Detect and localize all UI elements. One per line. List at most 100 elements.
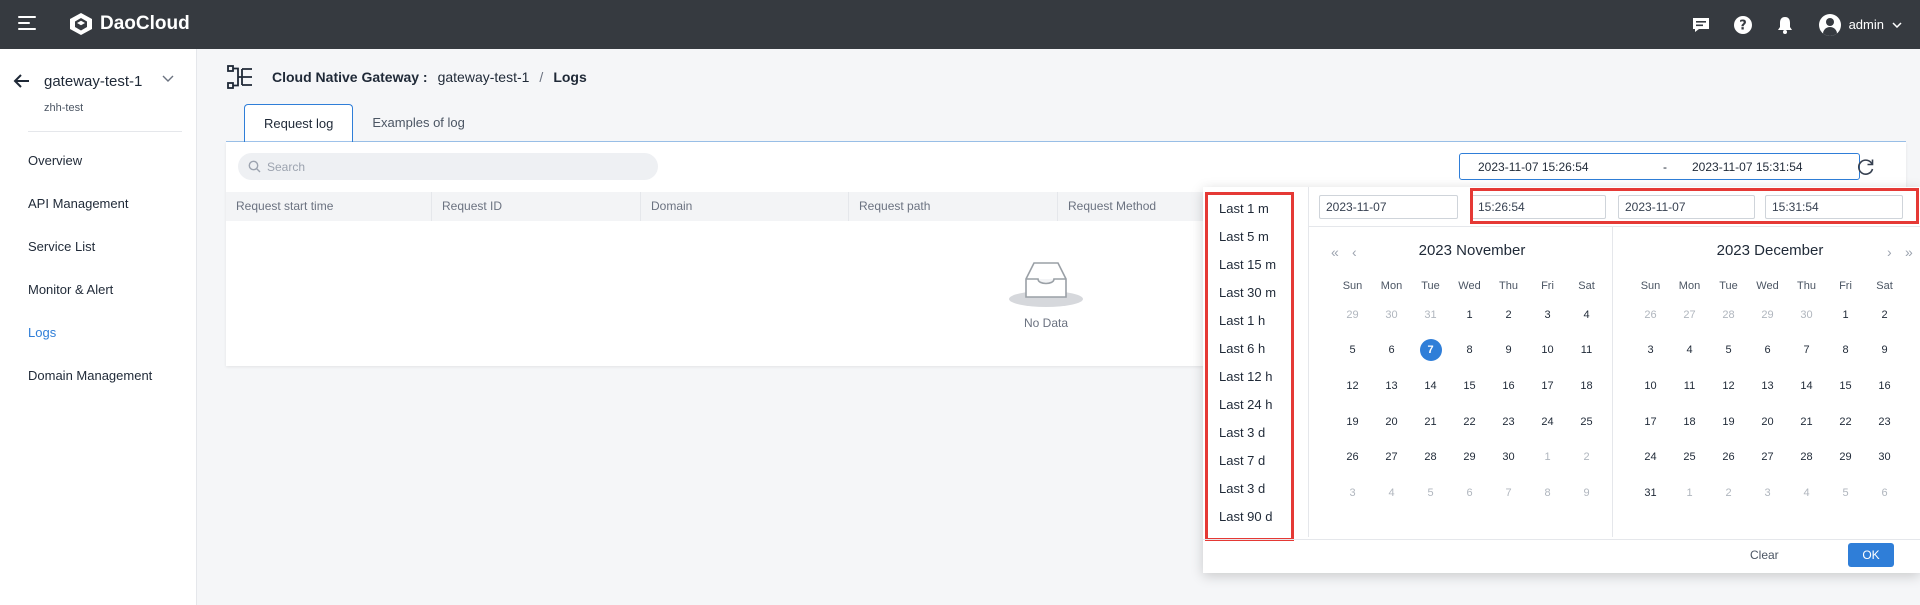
end-date-field[interactable]: 2023-11-07 <box>1618 195 1755 219</box>
calendar-day[interactable]: 9 <box>1865 333 1904 369</box>
next-month-icon[interactable]: › <box>1887 244 1892 260</box>
search-box[interactable] <box>238 153 658 180</box>
calendar-day[interactable]: 20 <box>1372 404 1411 440</box>
calendar-day[interactable]: 9 <box>1567 475 1606 511</box>
calendar-day[interactable]: 7 <box>1489 475 1528 511</box>
quick-range-item[interactable]: Last 90 d <box>1208 503 1291 531</box>
brand-logo[interactable]: DaoCloud <box>68 12 190 36</box>
quick-range-item[interactable]: Last 7 d <box>1208 447 1291 475</box>
calendar-day[interactable]: 23 <box>1489 404 1528 440</box>
calendar-day[interactable]: 22 <box>1826 404 1865 440</box>
calendar-day[interactable]: 29 <box>1826 439 1865 475</box>
calendar-day[interactable]: 31 <box>1411 297 1450 333</box>
calendar-day[interactable]: 20 <box>1748 404 1787 440</box>
calendar-day[interactable]: 6 <box>1372 333 1411 369</box>
calendar-day[interactable]: 18 <box>1567 368 1606 404</box>
calendar-day[interactable]: 4 <box>1787 475 1826 511</box>
calendar-day[interactable]: 30 <box>1865 439 1904 475</box>
calendar-day[interactable]: 26 <box>1709 439 1748 475</box>
quick-range-item[interactable]: Last 6 h <box>1208 335 1291 363</box>
calendar-day[interactable]: 28 <box>1787 439 1826 475</box>
calendar-day[interactable]: 16 <box>1489 368 1528 404</box>
calendar-day[interactable]: 5 <box>1826 475 1865 511</box>
calendar-day[interactable]: 21 <box>1411 404 1450 440</box>
calendar-day[interactable]: 13 <box>1748 368 1787 404</box>
calendar-day[interactable]: 19 <box>1333 404 1372 440</box>
calendar-day[interactable]: 8 <box>1528 475 1567 511</box>
calendar-day[interactable]: 23 <box>1865 404 1904 440</box>
calendar-day[interactable]: 6 <box>1748 333 1787 369</box>
calendar-day[interactable]: 3 <box>1631 333 1670 369</box>
calendar-day[interactable]: 29 <box>1450 439 1489 475</box>
user-menu[interactable]: admin <box>1818 13 1902 36</box>
calendar-day[interactable]: 2 <box>1709 475 1748 511</box>
end-time-field[interactable]: 15:31:54 <box>1765 195 1903 219</box>
calendar-day[interactable]: 12 <box>1709 368 1748 404</box>
time-range-input[interactable]: 2023-11-07 15:26:54 - 2023-11-07 15:31:5… <box>1459 153 1860 180</box>
calendar-day[interactable]: 26 <box>1333 439 1372 475</box>
prev-month-icon[interactable]: ‹ <box>1352 244 1357 260</box>
help-icon[interactable]: ? <box>1731 13 1755 37</box>
calendar-day[interactable]: 1 <box>1528 439 1567 475</box>
calendar-day[interactable]: 24 <box>1528 404 1567 440</box>
prev-year-icon[interactable]: « <box>1331 244 1339 260</box>
ok-button[interactable]: OK <box>1848 543 1894 567</box>
calendar-day[interactable]: 17 <box>1631 404 1670 440</box>
calendar-day[interactable]: 28 <box>1411 439 1450 475</box>
calendar-day[interactable]: 29 <box>1333 297 1372 333</box>
breadcrumb-section[interactable]: Cloud Native Gateway : <box>272 69 428 85</box>
calendar-day[interactable]: 25 <box>1670 439 1709 475</box>
calendar-day[interactable]: 1 <box>1670 475 1709 511</box>
calendar-day[interactable]: 31 <box>1631 475 1670 511</box>
next-year-icon[interactable]: » <box>1905 244 1913 260</box>
sidebar-item-domain-management[interactable]: Domain Management <box>0 354 196 397</box>
sidebar-item-service-list[interactable]: Service List <box>0 225 196 268</box>
calendar-day[interactable]: 4 <box>1372 475 1411 511</box>
calendar-day[interactable]: 2 <box>1489 297 1528 333</box>
start-date-field[interactable]: 2023-11-07 <box>1319 195 1458 219</box>
calendar-day[interactable]: 10 <box>1528 333 1567 369</box>
calendar-day[interactable]: 30 <box>1372 297 1411 333</box>
calendar-day[interactable]: 30 <box>1489 439 1528 475</box>
quick-range-item[interactable]: Last 15 m <box>1208 251 1291 279</box>
menu-icon[interactable] <box>18 16 36 32</box>
calendar-day[interactable]: 11 <box>1670 368 1709 404</box>
column-header[interactable]: Request ID <box>432 192 641 221</box>
breadcrumb-instance[interactable]: gateway-test-1 <box>438 69 530 85</box>
calendar-day[interactable]: 27 <box>1670 297 1709 333</box>
calendar-day[interactable]: 15 <box>1826 368 1865 404</box>
tab-examples-of-log[interactable]: Examples of log <box>353 104 484 142</box>
calendar-day[interactable]: 12 <box>1333 368 1372 404</box>
calendar-day[interactable]: 9 <box>1489 333 1528 369</box>
calendar-day[interactable]: 14 <box>1411 368 1450 404</box>
calendar-day[interactable]: 8 <box>1450 333 1489 369</box>
calendar-day[interactable]: 4 <box>1567 297 1606 333</box>
calendar-day[interactable]: 21 <box>1787 404 1826 440</box>
calendar-day[interactable]: 6 <box>1450 475 1489 511</box>
calendar-day[interactable]: 17 <box>1528 368 1567 404</box>
message-icon[interactable] <box>1689 13 1713 37</box>
calendar-day[interactable]: 10 <box>1631 368 1670 404</box>
chevron-down-icon[interactable] <box>162 75 174 83</box>
calendar-day[interactable]: 14 <box>1787 368 1826 404</box>
quick-range-item[interactable]: Last 24 h <box>1208 391 1291 419</box>
calendar-day[interactable]: 27 <box>1748 439 1787 475</box>
calendar-day[interactable]: 15 <box>1450 368 1489 404</box>
column-header[interactable]: Domain <box>641 192 849 221</box>
search-input[interactable] <box>267 159 647 174</box>
calendar-day[interactable]: 28 <box>1709 297 1748 333</box>
calendar-day[interactable]: 22 <box>1450 404 1489 440</box>
sidebar-item-monitor-alert[interactable]: Monitor & Alert <box>0 268 196 311</box>
quick-range-item[interactable]: Last 5 m <box>1208 223 1291 251</box>
calendar-day[interactable]: 1 <box>1826 297 1865 333</box>
calendar-day[interactable]: 3 <box>1748 475 1787 511</box>
calendar-day[interactable]: 7 <box>1787 333 1826 369</box>
calendar-day[interactable]: 16 <box>1865 368 1904 404</box>
calendar-day[interactable]: 11 <box>1567 333 1606 369</box>
calendar-day[interactable]: 5 <box>1709 333 1748 369</box>
sidebar-item-overview[interactable]: Overview <box>0 139 196 182</box>
calendar-day[interactable]: 2 <box>1567 439 1606 475</box>
clear-button[interactable]: Clear <box>1750 548 1779 562</box>
calendar-day-selected[interactable]: 7 <box>1411 333 1450 369</box>
calendar-day[interactable]: 30 <box>1787 297 1826 333</box>
